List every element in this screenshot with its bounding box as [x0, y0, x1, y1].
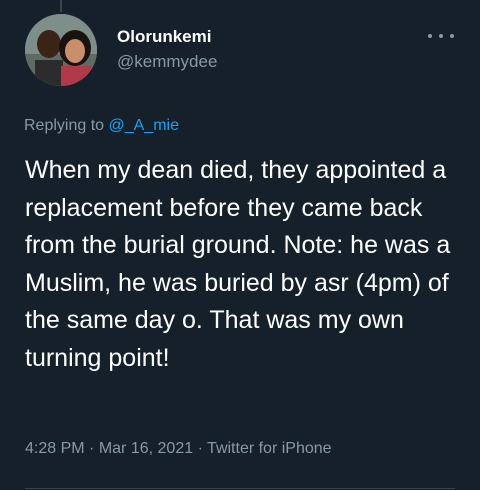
more-options-icon[interactable]: [428, 28, 454, 44]
tweet-source[interactable]: Twitter for iPhone: [207, 440, 332, 457]
more-dot: [450, 34, 454, 38]
tweet-metadata: 4:28 PM · Mar 16, 2021 · Twitter for iPh…: [25, 440, 332, 458]
meta-separator: ·: [197, 440, 203, 457]
profile-photo-icon: [25, 14, 97, 86]
avatar[interactable]: [25, 14, 97, 86]
tweet-time[interactable]: 4:28 PM: [25, 440, 85, 457]
replying-to-label: Replying to: [24, 117, 105, 134]
replying-to: Replying to @_A_mie: [24, 117, 179, 135]
more-dot: [439, 34, 443, 38]
tweet-text: When my dean died, they appointed a repl…: [25, 156, 451, 372]
thread-connector-line: [60, 0, 62, 12]
more-dot: [428, 34, 432, 38]
author-display-name[interactable]: Olorunkemi: [117, 27, 211, 47]
reply-mention-link[interactable]: @_A_mie: [109, 117, 180, 134]
divider: [25, 488, 455, 489]
meta-separator: ·: [89, 440, 95, 457]
author-handle[interactable]: @kemmydee: [117, 52, 217, 72]
tweet-date[interactable]: Mar 16, 2021: [99, 440, 193, 457]
